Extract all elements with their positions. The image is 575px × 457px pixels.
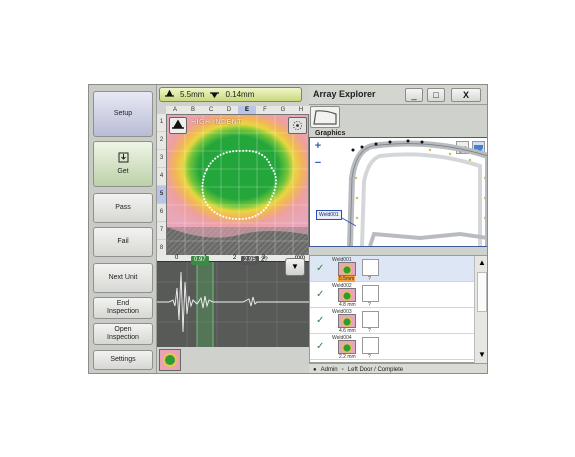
open-inspection-button[interactable]: Open Inspection — [93, 323, 153, 345]
check-icon: ✓ — [316, 263, 325, 274]
spot-tool-button[interactable] — [288, 117, 307, 134]
gate2-label[interactable]: 2.95 — [241, 256, 259, 265]
inspection-path: Left Door / Complete — [347, 366, 404, 373]
window-title: Array Explorer — [313, 89, 376, 99]
file-icon: ▫ — [341, 366, 344, 373]
close-button[interactable]: X — [451, 88, 481, 102]
app-window: Setup Get Pass Fail Next Unit End Inspec… — [88, 84, 488, 374]
pass-label: Pass — [115, 203, 131, 211]
next-unit-button[interactable]: Next Unit — [93, 263, 153, 293]
scroll-up-icon[interactable]: ▲ — [476, 258, 487, 268]
minimize-button[interactable]: _ — [405, 88, 423, 102]
weld-preview — [338, 262, 356, 276]
chevron-down-icon: ▼ — [291, 262, 299, 271]
user-icon: ● — [313, 366, 317, 373]
download-icon — [118, 152, 129, 167]
maximize-button[interactable]: □ — [427, 88, 445, 102]
door-icon — [313, 110, 337, 125]
cscan-heatmap — [167, 115, 308, 257]
check-icon: ✓ — [316, 341, 325, 352]
weld-list: ✓ Weld001 5.5mm ? ✓ Weld002 4.8 mm ? ✓ W… — [309, 255, 487, 363]
gate1-label[interactable]: 0.97 — [191, 256, 209, 265]
column-header-h[interactable]: H — [292, 106, 310, 114]
weld-row[interactable]: ✓ Weld002 4.8 mm ? — [310, 282, 474, 308]
door-model — [341, 139, 487, 246]
weld-thumbnail-image — [163, 353, 177, 367]
column-header-f[interactable]: F — [256, 106, 274, 114]
thumbnail-strip — [157, 347, 309, 373]
open-inspection-label: Open Inspection — [107, 325, 139, 341]
list-scrollbar[interactable]: ▲ ▼ — [474, 256, 487, 363]
weld-preview — [338, 340, 356, 354]
scroll-thumb[interactable] — [477, 272, 487, 312]
graphics-title: Graphics — [315, 130, 346, 137]
weld-preview — [338, 314, 356, 328]
weld-thumbnail[interactable] — [159, 349, 181, 371]
row-header-1[interactable]: 1 — [157, 114, 166, 131]
column-header-g[interactable]: G — [274, 106, 292, 114]
column-header-c[interactable]: C — [202, 106, 220, 114]
ascan-view[interactable]: 0.97 2.95 2? ▼ — [157, 256, 309, 348]
measurement-bar: 5.5mm 0.14mm — [159, 87, 302, 102]
setup-label: Setup — [113, 109, 133, 117]
column-header-d[interactable]: D — [220, 106, 238, 114]
weld-row[interactable]: ✓ Weld001 5.5mm ? — [310, 256, 474, 282]
weld-icon — [172, 119, 184, 129]
column-header-e[interactable]: E — [238, 106, 256, 114]
graphics-tab[interactable] — [310, 106, 340, 128]
indent-value: 0.14mm — [225, 90, 255, 99]
weld-row[interactable]: ✓ Weld003 4.6 mm ? — [310, 308, 474, 334]
get-label: Get — [117, 168, 129, 176]
weld-status-box[interactable] — [362, 259, 379, 276]
ascan-dropdown-button[interactable]: ▼ — [285, 258, 305, 276]
pass-button[interactable]: Pass — [93, 193, 153, 223]
row-header-7[interactable]: 7 — [157, 222, 166, 239]
sidebar: Setup Get Pass Fail Next Unit End Inspec… — [89, 85, 157, 373]
next-unit-label: Next Unit — [108, 273, 138, 281]
spot-icon — [293, 121, 302, 130]
title-bar: Array Explorer _ □ X — [309, 85, 487, 105]
graphics-panel[interactable]: + − Weld001 — [309, 137, 487, 247]
weld-status-box[interactable] — [362, 311, 379, 328]
check-icon: ✓ — [316, 289, 325, 300]
close-icon: X — [462, 90, 469, 100]
column-header-b[interactable]: B — [184, 106, 202, 114]
maximize-icon: □ — [433, 90, 439, 100]
fail-label: Fail — [117, 237, 129, 245]
settings-button[interactable]: Settings — [93, 350, 153, 370]
check-icon: ✓ — [316, 315, 325, 326]
diameter-icon — [165, 89, 174, 100]
user-name: Admin — [320, 366, 338, 373]
end-inspection-label: End Inspection — [107, 299, 139, 315]
column-header-a[interactable]: A — [166, 106, 184, 114]
setup-button[interactable]: Setup — [93, 91, 153, 137]
weld-size: 2.2 mm — [339, 354, 356, 360]
row-header-3[interactable]: 3 — [157, 150, 166, 167]
gate2-suffix: 2? — [261, 257, 268, 263]
high-indent-label: HIGH INDENT — [191, 119, 242, 126]
diameter-value: 5.5mm — [180, 90, 205, 99]
weld-tool-button[interactable] — [169, 117, 187, 134]
minimize-icon: _ — [411, 90, 417, 100]
weld-row[interactable]: ✓ Weld004 2.2 mm ? — [310, 334, 474, 360]
weld-callout[interactable]: Weld001 — [316, 210, 342, 220]
weld-status-box[interactable] — [362, 337, 379, 354]
end-inspection-button[interactable]: End Inspection — [93, 297, 153, 319]
row-header-5[interactable]: 5 — [157, 186, 166, 203]
row-header-4[interactable]: 4 — [157, 168, 166, 185]
weld-preview — [338, 288, 356, 302]
settings-label: Settings — [110, 355, 136, 363]
cscan-view[interactable]: HIGH INDENT — [166, 114, 309, 258]
fail-button[interactable]: Fail — [93, 227, 153, 257]
row-header-6[interactable]: 6 — [157, 204, 166, 221]
row-header-2[interactable]: 2 — [157, 132, 166, 149]
weld-status-box[interactable] — [362, 285, 379, 302]
status-bar: ● Admin ▫ Left Door / Complete — [309, 363, 487, 373]
weld-status: ? — [368, 354, 371, 360]
indent-icon — [210, 90, 220, 100]
row-header-8[interactable]: 8 — [157, 240, 166, 257]
get-button[interactable]: Get — [93, 141, 153, 187]
scroll-down-icon[interactable]: ▼ — [476, 350, 487, 360]
